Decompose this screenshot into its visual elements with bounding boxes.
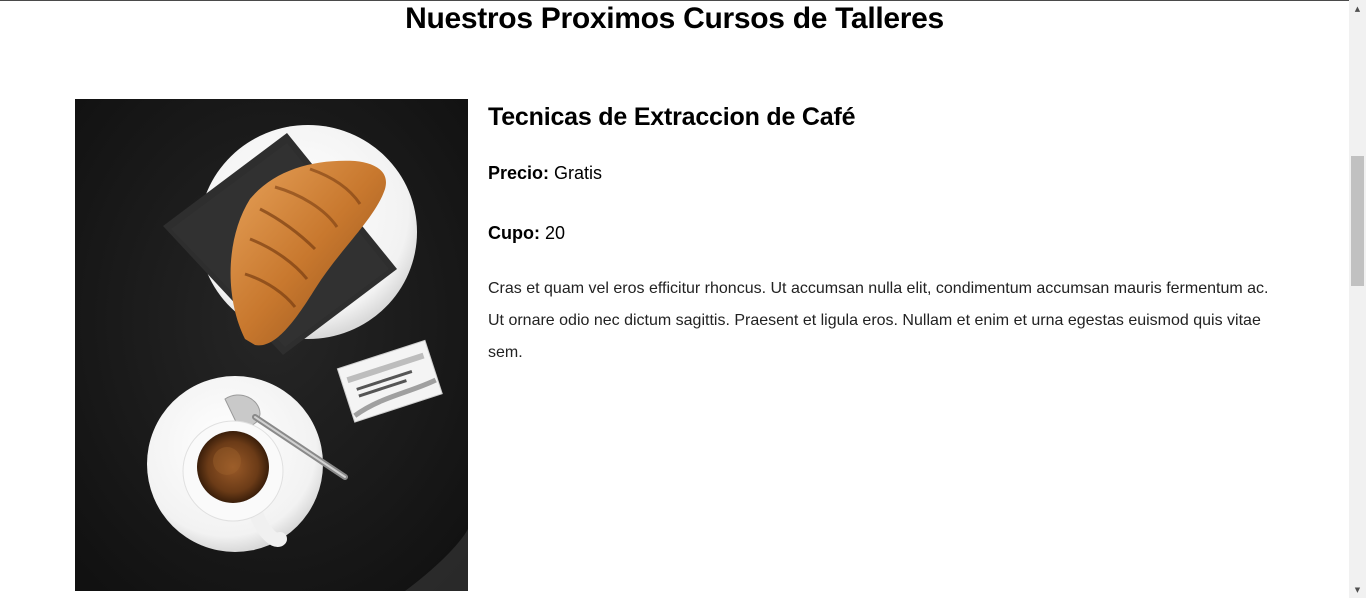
quota-value: 20	[545, 223, 566, 243]
course-quota: Cupo: 20	[488, 221, 565, 245]
scroll-up-arrow-icon[interactable]: ▲	[1349, 0, 1366, 17]
section-title: Nuestros Proximos Cursos de Talleres	[405, 2, 944, 35]
course-price: Precio: Gratis	[488, 161, 602, 185]
vertical-scrollbar[interactable]: ▲ ▼	[1349, 0, 1366, 598]
scroll-thumb[interactable]	[1351, 156, 1364, 286]
course-info: Tecnicas de Extraccion de Café Precio: G…	[488, 99, 1278, 361]
price-value: Gratis	[554, 163, 603, 183]
course-description: Cras et quam vel eros efficitur rhoncus.…	[488, 280, 1269, 361]
quota-label: Cupo:	[488, 223, 540, 243]
course-title: Tecnicas de Extraccion de Café	[488, 103, 856, 131]
course-image	[75, 99, 468, 591]
page-content: Nuestros Proximos Cursos de Talleres Tec…	[0, 0, 1349, 598]
price-label: Precio:	[488, 163, 550, 183]
scroll-down-arrow-icon[interactable]: ▼	[1349, 581, 1366, 598]
